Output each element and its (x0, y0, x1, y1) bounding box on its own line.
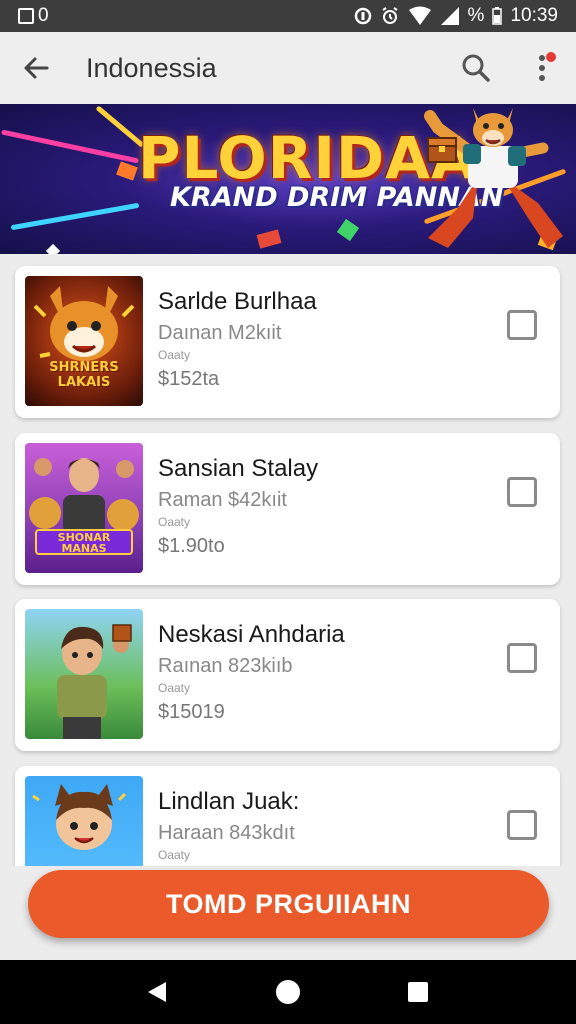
nav-home-icon[interactable] (276, 980, 300, 1004)
clock: 10:39 (510, 5, 558, 26)
data-saver-icon (354, 7, 371, 25)
banner-confetti (336, 218, 360, 242)
item-price: $1.90to (158, 535, 225, 557)
item-checkbox[interactable] (507, 643, 537, 673)
sim-card-icon (18, 8, 34, 24)
boy-character-illustration (57, 624, 132, 739)
list-item[interactable]: Neskasi Anhdaria Raınan 823kiıb Oaaty $1… (15, 599, 560, 751)
signal-icon (440, 7, 459, 25)
alarm-icon (381, 7, 398, 24)
percent-icon: % (467, 5, 485, 26)
banner-sparkle (45, 243, 61, 254)
item-price: $152ta (158, 368, 220, 390)
banner-ray (1, 129, 139, 164)
cat-girl-character-illustration (32, 784, 127, 850)
thumbnail-caption: SHONAR MANAS (35, 529, 133, 555)
game-thumbnail (25, 776, 143, 866)
item-tag: Oaaty (158, 348, 191, 362)
item-tag: Oaaty (158, 681, 191, 695)
item-checkbox[interactable] (507, 810, 537, 840)
item-name: Neskasi Anhdaria (158, 621, 345, 648)
status-bar: 0 % 10:39 (0, 0, 576, 32)
item-subtitle: Raınan 823kiıb (158, 655, 293, 677)
banner-confetti (116, 161, 138, 181)
game-thumbnail: SHONAR MANAS (25, 443, 143, 573)
banner-ray (10, 202, 140, 231)
battery-icon (492, 7, 503, 25)
banner-confetti (256, 229, 282, 249)
page-title: Indonessia (86, 52, 217, 83)
game-thumbnail (25, 609, 143, 739)
game-thumbnail: SHRNERS LAKAIS (25, 276, 143, 406)
item-tag: Oaaty (158, 515, 191, 529)
item-checkbox[interactable] (507, 477, 537, 507)
list-item[interactable]: SHONAR MANAS Sansian Stalay Raman $42kıi… (15, 433, 560, 585)
system-nav-bar (0, 960, 576, 1024)
list-item[interactable]: Lindlan Juak: Haraan 843kdıt Oaaty (15, 766, 560, 866)
item-tag: Oaaty (158, 848, 191, 862)
fox-mascot-illustration (424, 108, 563, 248)
thumbnail-caption: SHRNERS LAKAIS (49, 360, 119, 390)
item-name: Sarlde Burlhaa (158, 288, 317, 315)
status-left-text: 0 (38, 5, 49, 26)
primary-action-button[interactable]: TOMD PRGUIIAHN (28, 870, 549, 938)
notification-dot (546, 52, 556, 62)
nav-recents-icon[interactable] (408, 982, 428, 1002)
item-name: Sansian Stalay (158, 455, 319, 482)
promo-banner[interactable]: PLORIDAA KRAND DRIM PANNAN (0, 104, 576, 254)
item-subtitle: Daınan M2kıit (158, 322, 282, 344)
item-checkbox[interactable] (507, 310, 537, 340)
app-bar: Indonessia (0, 32, 576, 104)
item-price: $15019 (158, 701, 225, 723)
wifi-icon (408, 6, 431, 25)
treasure-chest-icon (427, 137, 457, 163)
item-list[interactable]: SHRNERS LAKAIS Sarlde Burlhaa Daınan M2k… (0, 254, 576, 866)
item-subtitle: Raman $42kıit (158, 489, 287, 511)
search-button[interactable] (452, 46, 500, 90)
more-options-button[interactable] (520, 46, 564, 90)
list-item[interactable]: SHRNERS LAKAIS Sarlde Burlhaa Daınan M2k… (15, 266, 560, 418)
nav-back-icon[interactable] (146, 980, 168, 1004)
item-name: Lindlan Juak: (158, 788, 300, 815)
back-button[interactable] (0, 32, 72, 104)
search-icon (462, 54, 490, 82)
item-subtitle: Haraan 843kdıt (158, 822, 295, 844)
arrow-left-icon (24, 57, 49, 79)
